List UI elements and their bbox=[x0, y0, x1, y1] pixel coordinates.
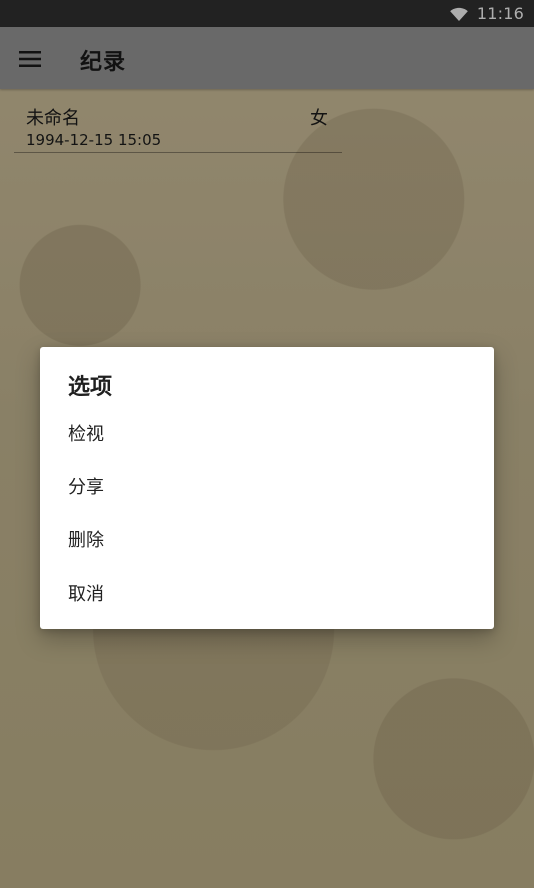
delete-option-label: 删除 bbox=[68, 530, 104, 551]
dialog-title: 选项 bbox=[68, 375, 113, 400]
delete-option[interactable]: 删除 bbox=[40, 517, 494, 561]
share-option-label: 分享 bbox=[68, 477, 104, 498]
cancel-option-label: 取消 bbox=[68, 584, 104, 605]
view-option-label: 检视 bbox=[68, 424, 104, 445]
view-option[interactable]: 检视 bbox=[40, 411, 494, 455]
cancel-option[interactable]: 取消 bbox=[40, 571, 494, 615]
options-dialog: 选项 检视 分享 删除 取消 bbox=[40, 347, 494, 629]
share-option[interactable]: 分享 bbox=[40, 464, 494, 508]
